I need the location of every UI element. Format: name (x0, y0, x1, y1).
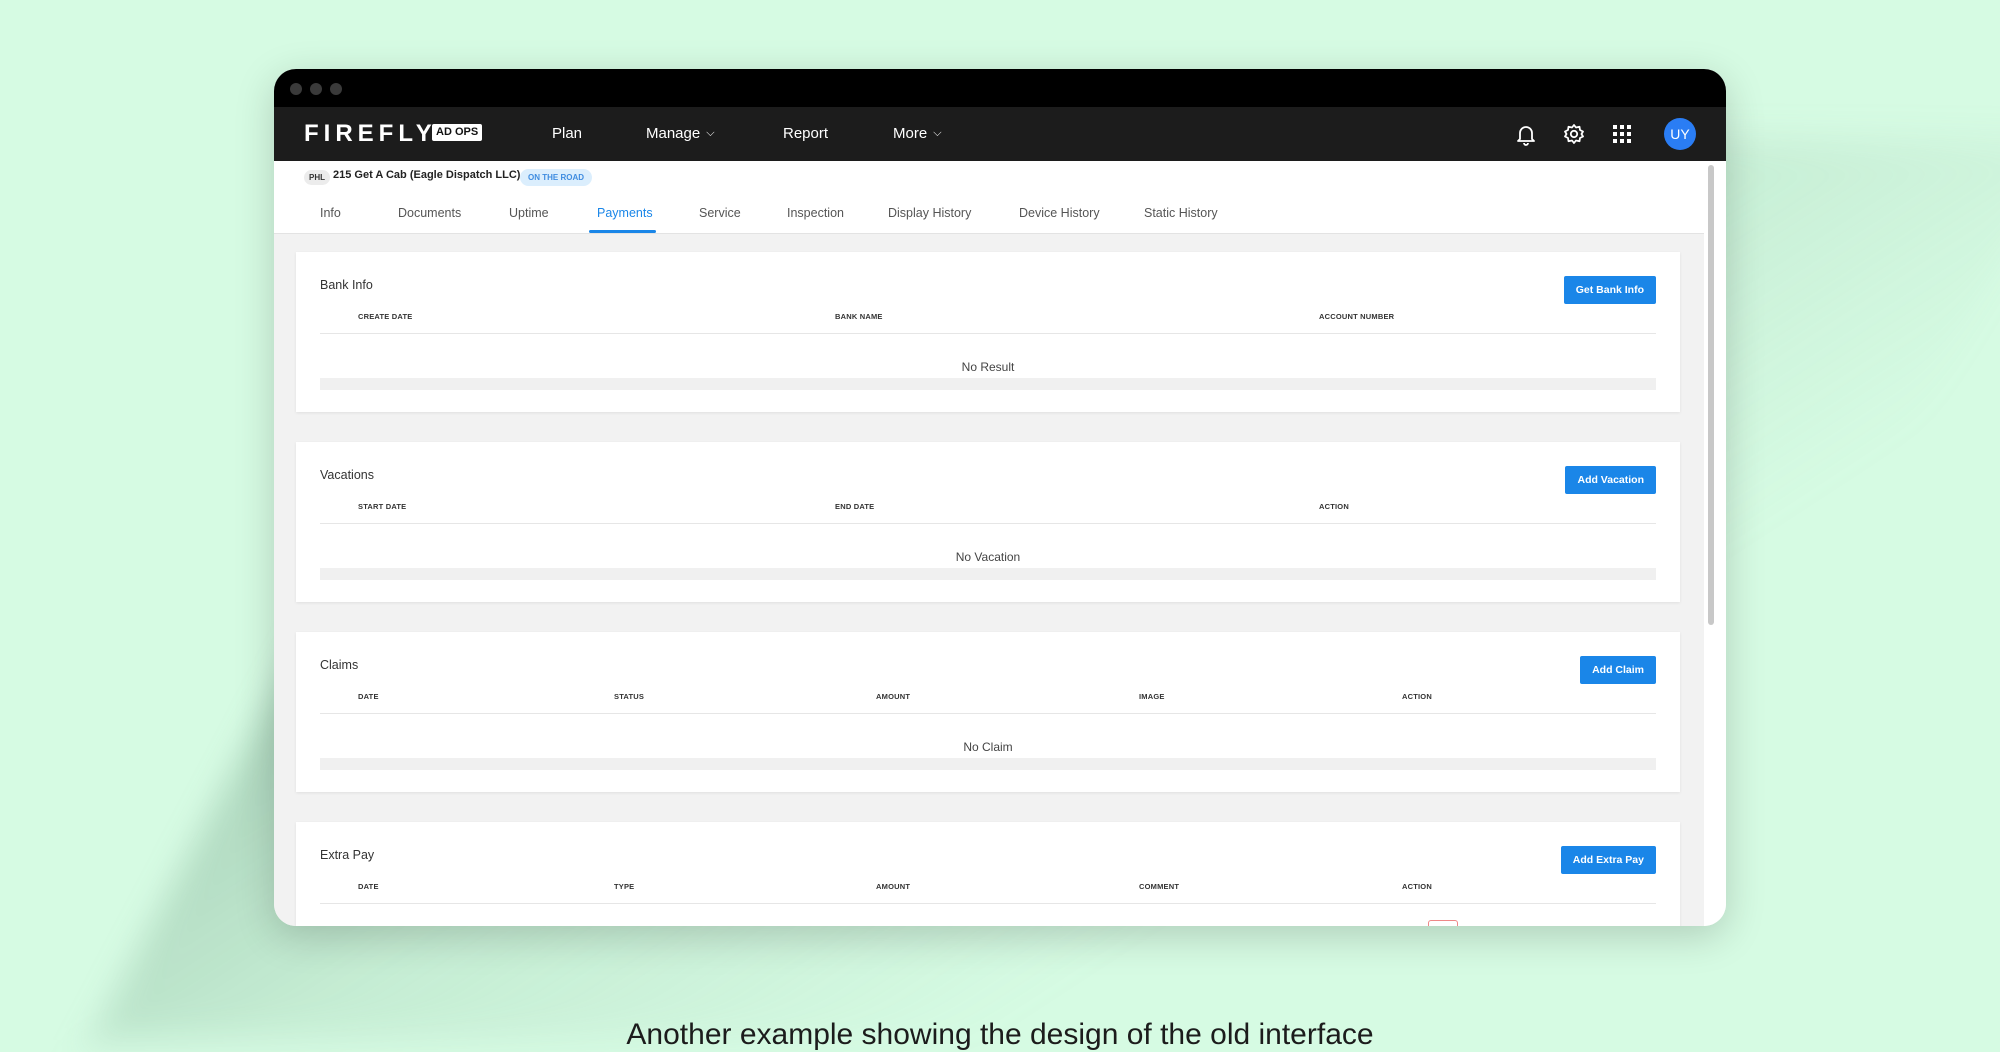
status-badge: ON THE ROAD (520, 169, 592, 186)
claims-card: Claims Add Claim DATE STATUS AMOUNT IMAG… (296, 632, 1680, 792)
tab-device-history[interactable]: Device History (1019, 206, 1100, 220)
bank-info-card: Bank Info Get Bank Info CREATE DATE BANK… (296, 252, 1680, 412)
empty-state: No Result (961, 360, 1015, 374)
active-tab-indicator (589, 230, 656, 233)
chevron-down-icon: ⌵ (933, 127, 942, 139)
vacations-title: Vacations (320, 468, 374, 482)
empty-state: No Claim (963, 740, 1013, 754)
claims-title: Claims (320, 658, 359, 672)
page-caption: Another example showing the design of th… (626, 1018, 1374, 1051)
chevron-down-icon: ⌵ (706, 127, 715, 139)
window-maximize-dot[interactable] (330, 83, 342, 95)
column-header[interactable]: DATE (358, 692, 379, 701)
nav-plan[interactable]: Plan (552, 125, 582, 142)
add-vacation-button[interactable]: Add Vacation (1565, 466, 1656, 494)
tab-service[interactable]: Service (699, 206, 741, 220)
extra-pay-card: Extra Pay Add Extra Pay DATE TYPE AMOUNT… (296, 822, 1680, 926)
column-header[interactable]: ACTION (1319, 502, 1349, 511)
column-header[interactable]: ACTION (1402, 882, 1432, 891)
tab-display-history[interactable]: Display History (888, 206, 971, 220)
add-claim-button[interactable]: Add Claim (1580, 656, 1656, 684)
add-extra-pay-button[interactable]: Add Extra Pay (1560, 846, 1656, 874)
window-minimize-dot[interactable] (310, 83, 322, 95)
extra-pay-title: Extra Pay (320, 848, 375, 862)
column-header[interactable]: START DATE (358, 502, 406, 511)
column-header[interactable]: ACTION (1402, 692, 1432, 701)
main-content: PHL 215 Get A Cab (Eagle Dispatch LLC) O… (274, 161, 1704, 926)
nav-report[interactable]: Report (783, 125, 828, 142)
vertical-scrollbar[interactable] (1704, 161, 1726, 926)
column-header[interactable]: TYPE (614, 882, 634, 891)
vehicle-name: 215 Get A Cab (Eagle Dispatch LLC) (333, 169, 521, 181)
table-footer (320, 378, 1656, 390)
column-header[interactable]: AMOUNT (876, 882, 910, 891)
user-avatar[interactable]: UY (1664, 118, 1696, 150)
bank-info-title: Bank Info (320, 278, 373, 292)
get-bank-info-button[interactable]: Get Bank Info (1563, 276, 1656, 304)
tab-static-history[interactable]: Static History (1144, 206, 1218, 220)
apps-grid-icon[interactable] (1607, 119, 1637, 149)
column-header[interactable]: BANK NAME (835, 312, 883, 321)
table-footer (320, 568, 1656, 580)
bell-icon[interactable] (1511, 119, 1541, 149)
table-header-divider (320, 903, 1656, 904)
gear-icon[interactable] (1559, 119, 1589, 149)
tab-uptime[interactable]: Uptime (509, 206, 549, 220)
empty-state: No Vacation (955, 550, 1021, 564)
vehicle-header: PHL 215 Get A Cab (Eagle Dispatch LLC) O… (274, 161, 1704, 234)
nav-manage[interactable]: Manage ⌵ (646, 125, 715, 142)
column-header[interactable]: CREATE DATE (358, 312, 412, 321)
column-header[interactable]: END DATE (835, 502, 874, 511)
tab-inspection[interactable]: Inspection (787, 206, 844, 220)
vacations-card: Vacations Add Vacation START DATE END DA… (296, 442, 1680, 602)
tab-documents[interactable]: Documents (398, 206, 461, 220)
logo-badge: AD OPS (432, 124, 483, 141)
row-action-button[interactable] (1428, 920, 1458, 926)
tab-info[interactable]: Info (320, 206, 341, 220)
window-close-dot[interactable] (290, 83, 302, 95)
nav-more[interactable]: More ⌵ (893, 125, 942, 142)
app-window: FIREFLY AD OPS Plan Manage ⌵ Report More ⌵… (274, 69, 1726, 926)
column-header[interactable]: IMAGE (1139, 692, 1165, 701)
market-badge: PHL (304, 170, 330, 185)
tab-payments[interactable]: Payments (597, 206, 653, 220)
scrollbar-thumb[interactable] (1708, 165, 1714, 625)
table-footer (320, 758, 1656, 770)
table-header-divider (320, 333, 1656, 334)
column-header[interactable]: STATUS (614, 692, 644, 701)
column-header[interactable]: ACCOUNT NUMBER (1319, 312, 1394, 321)
column-header[interactable]: AMOUNT (876, 692, 910, 701)
column-header[interactable]: COMMENT (1139, 882, 1179, 891)
table-header-divider (320, 713, 1656, 714)
title-bar (274, 69, 1726, 107)
table-header-divider (320, 523, 1656, 524)
firefly-logo[interactable]: FIREFLY (304, 120, 437, 148)
top-navigation: FIREFLY AD OPS Plan Manage ⌵ Report More ⌵… (274, 107, 1726, 161)
column-header[interactable]: DATE (358, 882, 379, 891)
